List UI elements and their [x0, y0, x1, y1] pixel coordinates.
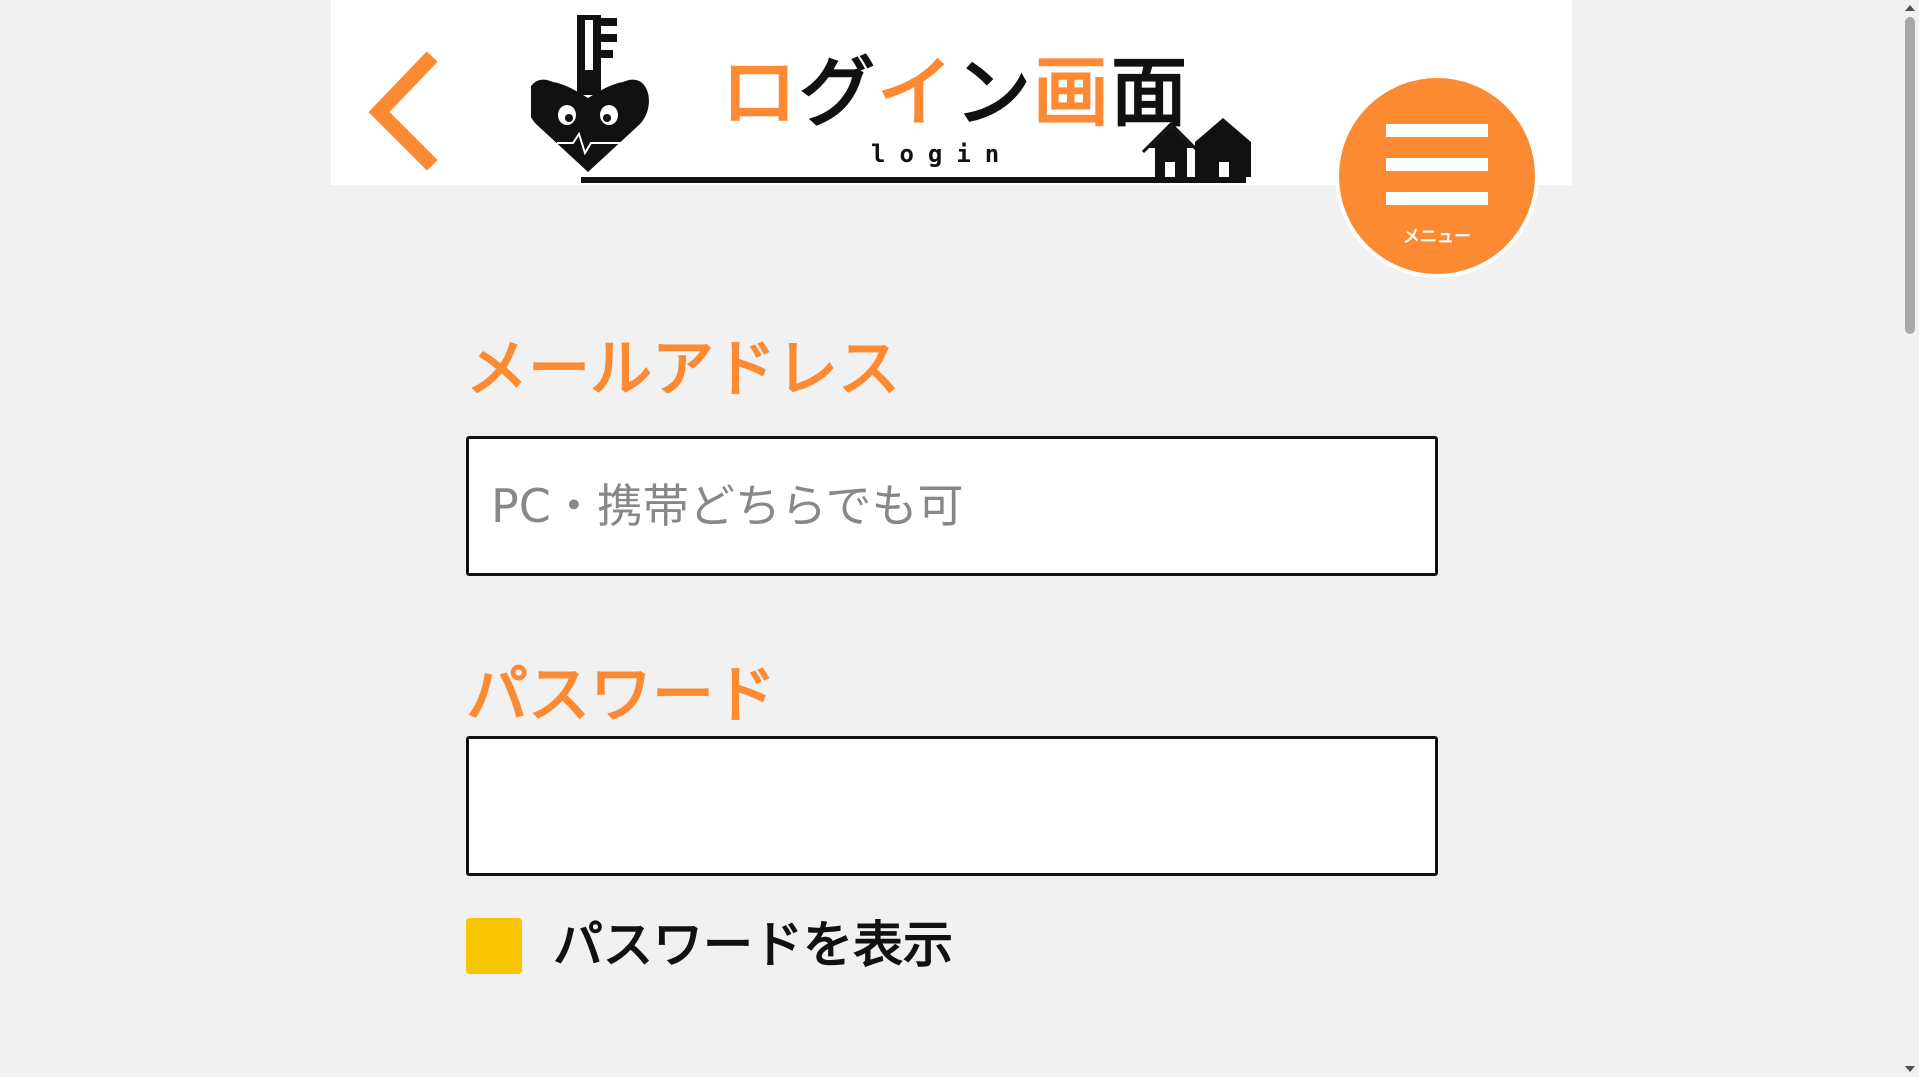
logo-title: ログイン画面: [721, 55, 1189, 131]
logo-title-part: グ: [799, 48, 877, 137]
logo-title-part: ロ: [721, 48, 799, 137]
password-field[interactable]: [466, 736, 1438, 876]
password-label: パスワード: [466, 658, 777, 731]
scroll-down-arrow-icon[interactable]: [1905, 1066, 1915, 1072]
show-password-label[interactable]: パスワードを表示: [553, 916, 953, 975]
vertical-scrollbar[interactable]: [1900, 0, 1919, 1077]
logo-title-part: ン: [955, 48, 1033, 137]
back-button[interactable]: [361, 50, 451, 170]
back-chevron-icon: [368, 51, 438, 170]
show-password-checkbox[interactable]: [466, 918, 522, 974]
scroll-thumb[interactable]: [1905, 17, 1915, 334]
logo-title-part: イ: [877, 48, 955, 137]
hamburger-menu-icon: [1386, 158, 1488, 171]
key-heart-logo-icon: [531, 15, 649, 172]
hamburger-menu-icon: [1386, 192, 1488, 205]
email-label: メールアドレス: [466, 332, 901, 405]
hamburger-menu-icon: [1386, 124, 1488, 137]
logo-title-part: 画: [1033, 48, 1111, 137]
page: ログイン画面 login メニュー メールアドレス パスワード パスワードを表示: [0, 0, 1900, 1077]
scroll-up-arrow-icon[interactable]: [1905, 5, 1915, 11]
menu-button[interactable]: メニュー: [1335, 74, 1539, 278]
menu-label: メニュー: [1403, 227, 1471, 247]
email-field[interactable]: [466, 436, 1438, 576]
logo-title-part: 面: [1111, 48, 1189, 137]
logo-subtitle: login: [871, 140, 1014, 168]
